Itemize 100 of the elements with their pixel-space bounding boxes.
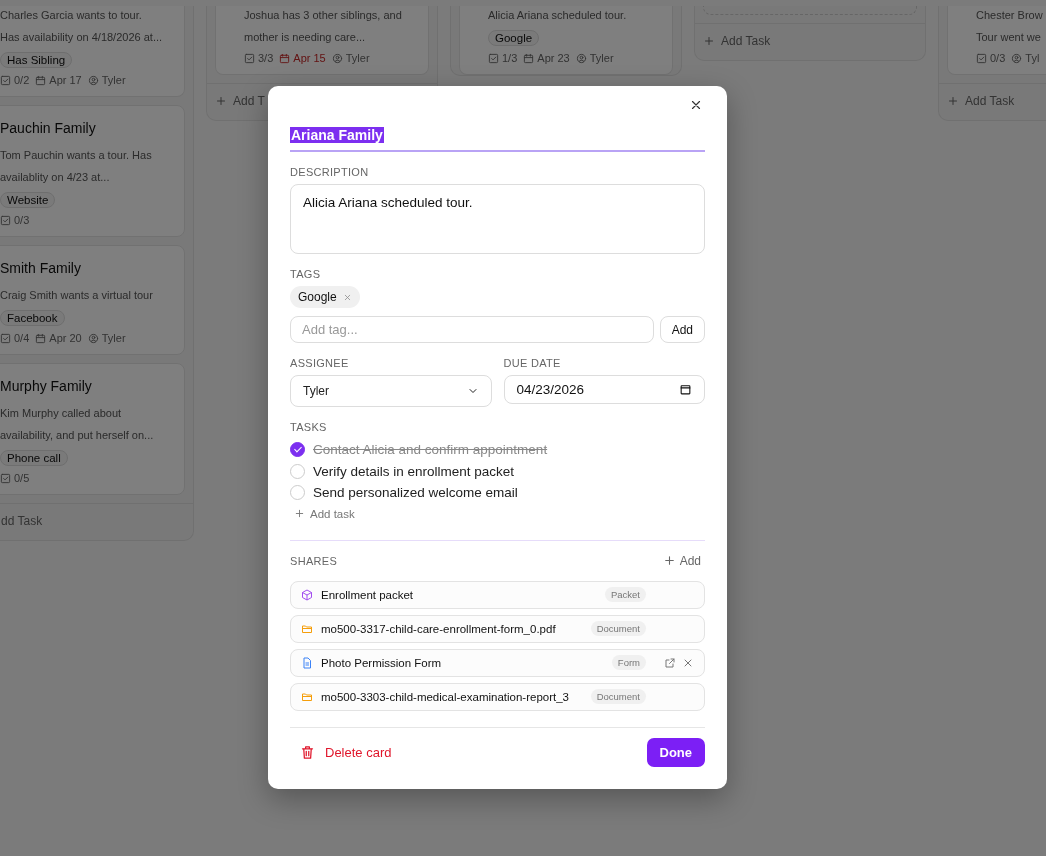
- card-tag: Phone call: [0, 450, 68, 466]
- user-icon: [331, 52, 343, 64]
- task-checkbox[interactable]: [290, 442, 305, 458]
- task-count: 0/4: [14, 332, 30, 344]
- field-label: TASKS: [290, 421, 328, 433]
- task-check-icon: [0, 332, 11, 344]
- card-tag: Facebook: [0, 310, 65, 326]
- field-label: DESCRIPTION: [290, 166, 370, 178]
- tag-chip: Google: [290, 286, 360, 308]
- add-share-button[interactable]: Add: [658, 553, 705, 568]
- user-icon: [87, 74, 99, 86]
- field-label: TAGS: [290, 268, 322, 280]
- add-task-button[interactable]: Add Task: [939, 83, 1046, 120]
- due-date: Apr 15: [293, 52, 326, 64]
- plus-icon: [947, 95, 959, 107]
- share-item[interactable]: mo500-3317-child-care-enrollment-form_0.pdf Document: [290, 614, 705, 643]
- task-card[interactable]: Alicia Ariana scheduled tour. Google 1/3 Apr 23 Tyler: [459, 6, 673, 75]
- plus-icon: [662, 554, 676, 567]
- share-name: mo500-3317-child-care-enrollment-form_0.pdf: [321, 622, 556, 635]
- card-description-line: Charles Garcia wants to tour.: [0, 8, 143, 23]
- due-date: Apr 20: [49, 332, 82, 344]
- task-count: 3/3: [258, 52, 274, 64]
- assignee-select[interactable]: Tyler: [290, 375, 492, 407]
- share-type-badge: Document: [590, 689, 646, 704]
- delete-card-button[interactable]: Delete card: [290, 740, 402, 764]
- card-tag: Has Sibling: [0, 52, 73, 68]
- task-check-icon: [0, 214, 11, 226]
- user-icon: [575, 52, 587, 64]
- calendar-icon: [523, 52, 535, 64]
- assignee-name: Tyl: [1025, 52, 1040, 64]
- task-card[interactable]: Chester Brow Tour went we 0/3 Tyl: [947, 6, 1046, 75]
- task-label: Contact Alicia and confirm appointment: [313, 442, 548, 458]
- due-date: Apr 23: [537, 52, 570, 64]
- folder-icon: [301, 622, 313, 635]
- assignee-name: Tyler: [101, 74, 126, 86]
- task-label: Send personalized welcome email: [313, 485, 518, 501]
- task-count: 1/3: [502, 52, 518, 64]
- card-description-line: Joshua has 3 other siblings, and: [244, 8, 403, 23]
- add-task-button[interactable]: Add task: [290, 503, 359, 524]
- task-check-icon: [244, 52, 255, 64]
- assignee-name: Tyler: [345, 52, 370, 64]
- share-type-badge: Packet: [604, 587, 646, 602]
- plus-icon: [703, 35, 715, 47]
- add-task-button[interactable]: Add Task: [695, 23, 925, 60]
- due-date-field[interactable]: 04/23/2026: [503, 375, 705, 404]
- plus-icon: [294, 508, 305, 519]
- share-type-badge: Document: [590, 621, 646, 636]
- card-description-line: Kim Murphy called about: [0, 406, 123, 421]
- user-icon: [87, 332, 99, 344]
- task-count: 0/3: [990, 52, 1006, 64]
- task-card[interactable]: Smith Family Craig Smith wants a virtual tour Facebook 0/4 Apr 20 Tyler: [0, 245, 185, 355]
- calendar-icon: [279, 52, 291, 64]
- card-tag: Website: [0, 192, 56, 208]
- share-name: mo500-3303-child-medical-examination-report_3: [321, 690, 569, 703]
- card-description-line: availablity on 4/23 at...: [0, 170, 111, 185]
- card-description-line: Has availability on 4/18/2026 at...: [0, 30, 164, 45]
- share-item[interactable]: Photo Permission Form Form: [290, 648, 705, 677]
- done-button[interactable]: Done: [646, 737, 705, 767]
- task-card[interactable]: Joshua has 3 other siblings, and mother is needing care... 3/3 Apr 15 Tyler: [215, 6, 429, 75]
- plus-icon: [215, 95, 227, 107]
- user-icon: [1011, 52, 1023, 64]
- title-field[interactable]: Ariana Family: [290, 126, 705, 152]
- task-card[interactable]: Pauchin Family Tom Pauchin wants a tour. Has availablity on 4/23 at... Website 0/3: [0, 105, 185, 237]
- card-title: Murphy Family: [0, 378, 93, 394]
- card-description-line: Chester Brow: [976, 8, 1044, 23]
- share-item[interactable]: mo500-3303-child-medical-examination-report_3 Document: [290, 682, 705, 711]
- share-name: Photo Permission Form: [321, 656, 442, 669]
- add-tag-button[interactable]: Add: [659, 316, 705, 343]
- task-count: 0/5: [14, 472, 30, 484]
- task-count: 0/2: [14, 74, 30, 86]
- card-description-line: availability, and put herself on...: [0, 428, 155, 443]
- trash-icon: [300, 744, 315, 760]
- task-check-icon: [488, 52, 499, 64]
- task-check-icon: [0, 472, 11, 484]
- share-item[interactable]: Enrollment packet Packet: [290, 580, 705, 609]
- calendar-icon: [679, 383, 692, 396]
- due-date: Apr 17: [49, 74, 82, 86]
- add-task-button[interactable]: dd Task: [0, 503, 193, 540]
- section-label: SHARES: [290, 554, 338, 567]
- document-icon: [301, 656, 313, 669]
- assignee-name: Tyler: [101, 332, 126, 344]
- field-label: ASSIGNEE: [290, 357, 350, 369]
- card-description-line: Tour went we: [976, 30, 1042, 45]
- card-title: Pauchin Family: [0, 120, 97, 136]
- description-field[interactable]: Alicia Ariana scheduled tour.: [290, 184, 705, 254]
- card-description-line: mother is needing care...: [244, 30, 367, 45]
- cube-icon: [301, 588, 313, 601]
- calendar-icon: [35, 332, 47, 344]
- tag-input-field[interactable]: Add tag...: [290, 316, 654, 343]
- card-description-line: Craig Smith wants a virtual tour: [0, 288, 154, 303]
- card-description-line: Alicia Ariana scheduled tour.: [488, 8, 628, 23]
- assignee-name: Tyler: [589, 52, 614, 64]
- folder-icon: [301, 690, 313, 703]
- task-card[interactable]: Murphy Family Kim Murphy called about availability, and put herself on... Phone call 0/5: [0, 363, 185, 495]
- task-card[interactable]: Charles Garcia wants to tour. Has availability on 4/18/2026 at... Has Sibling 0/2 Apr 17 Tyler: [0, 6, 185, 97]
- task-count: 0/3: [14, 214, 30, 226]
- share-type-badge: Form: [611, 655, 646, 670]
- task-check-icon: [976, 52, 987, 64]
- card-description-line: Tom Pauchin wants a tour. Has: [0, 148, 153, 163]
- card-tag: Google: [488, 30, 540, 46]
